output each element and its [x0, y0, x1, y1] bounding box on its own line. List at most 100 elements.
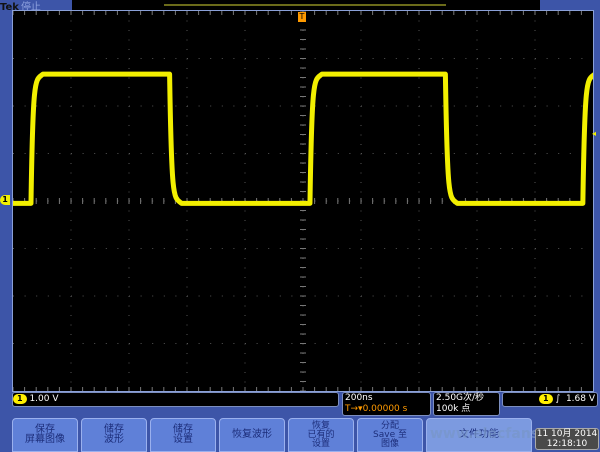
grid-dot: [128, 115, 130, 117]
grid-dot: [36, 343, 38, 344]
grid-dot: [140, 58, 142, 59]
grid-dot: [534, 229, 536, 231]
grid-dot: [361, 248, 362, 249]
grid-dot: [337, 343, 339, 344]
grid-dot: [47, 58, 49, 59]
grid-dot: [128, 362, 130, 364]
grid-dot: [256, 248, 258, 249]
grid-dot: [128, 353, 130, 354]
grid-dot: [105, 248, 107, 249]
grid-dot: [360, 172, 362, 174]
grid-dot: [59, 343, 61, 344]
grid-dot: [70, 277, 72, 278]
grid-dot: [244, 220, 246, 221]
recall-waveform-button[interactable]: 恢复波形: [219, 418, 285, 452]
grid-dot: [186, 258, 188, 259]
grid-dot: [535, 58, 536, 59]
grid-dot: [279, 295, 281, 297]
grid-dot: [128, 49, 130, 50]
grid-dot: [70, 210, 72, 212]
grid-dot: [476, 172, 478, 174]
grid-dot: [360, 315, 362, 316]
grid-dot: [477, 58, 478, 59]
save-screen-image-button[interactable]: 保存 屏幕图像: [12, 418, 78, 452]
grid-dot: [326, 105, 328, 107]
grid-dot: [221, 153, 223, 154]
grid-dot: [186, 144, 188, 145]
grid-dot: [476, 372, 478, 373]
grid-dot: [128, 39, 130, 41]
timebase-readout[interactable]: 200ns T→▾0.00000 s: [342, 392, 431, 416]
grid-dot: [500, 58, 502, 59]
grid-dot: [500, 248, 502, 249]
trigger-level-marker[interactable]: ◂: [592, 129, 596, 138]
recall-setup-button[interactable]: 恢复 已有的 设置: [288, 418, 354, 452]
grid-dot: [314, 295, 316, 297]
grid-dot: [210, 343, 212, 344]
grid-dot: [419, 105, 420, 107]
grid-dot: [534, 239, 536, 240]
grid-dot: [418, 258, 420, 259]
grid-dot: [418, 39, 420, 41]
grid-dot: [430, 343, 432, 344]
grid-dot: [419, 295, 420, 297]
trigger-position-marker[interactable]: T: [298, 12, 306, 22]
grid-dot: [198, 58, 200, 59]
grid-dot: [534, 353, 536, 354]
grid-dot: [407, 105, 409, 107]
grid-dot: [558, 153, 560, 154]
acquisition-readout[interactable]: 2.50G次/秒 100k 点: [433, 392, 500, 416]
grid-dot: [476, 182, 478, 183]
grid-dot: [128, 77, 130, 79]
grid-dot: [244, 305, 246, 307]
grid-dot: [186, 39, 188, 41]
ch1-scale-readout[interactable]: 1 1.00 V: [12, 392, 339, 407]
grid-dot: [186, 87, 188, 88]
grid-dot: [360, 115, 362, 117]
grid-dot: [186, 324, 188, 326]
grid-dot: [534, 49, 536, 50]
grid-dot: [384, 153, 386, 154]
grid-dot: [361, 343, 362, 344]
grid-dot: [244, 87, 246, 88]
assign-save-button[interactable]: 分配 Save 至 图像: [357, 418, 423, 452]
grid-dot: [256, 58, 258, 59]
grid-dot: [418, 229, 420, 231]
grid-dot: [128, 267, 130, 269]
grid-dot: [488, 248, 490, 249]
trigger-source: 1: [539, 394, 553, 404]
grid-dot: [534, 68, 536, 69]
grid-dot: [326, 295, 328, 297]
grid-dot: [500, 105, 502, 107]
grid-dot: [233, 153, 235, 154]
grid-dot: [140, 248, 142, 249]
grid-dot: [349, 295, 351, 297]
grid-dot: [186, 277, 188, 278]
grid-dot: [418, 381, 420, 383]
grid-dot: [360, 77, 362, 79]
grid-dot: [372, 248, 374, 249]
grid-dot: [47, 295, 49, 297]
grid-dot: [71, 105, 72, 107]
grid-dot: [511, 295, 513, 297]
grid-dot: [70, 191, 72, 193]
grid-dot: [523, 153, 525, 154]
grid-dot: [534, 324, 536, 326]
save-setup-button[interactable]: 储存 设置: [150, 418, 216, 452]
grid-dot: [418, 305, 420, 307]
save-waveform-button[interactable]: 储存 波形: [81, 418, 147, 452]
grid-dot: [198, 105, 200, 107]
trigger-readout[interactable]: 1 ∫ 1.68 V: [502, 392, 598, 407]
grid-dot: [465, 153, 467, 154]
grid-dot: [268, 343, 270, 344]
grid-dot: [476, 87, 478, 88]
grid-dot: [244, 49, 246, 50]
grid-dot: [581, 343, 583, 344]
grid-dot: [372, 58, 374, 59]
grid-dot: [291, 343, 293, 344]
channel1-ground-marker[interactable]: 1: [0, 195, 10, 205]
grid-dot: [569, 58, 571, 59]
grid-dot: [360, 125, 362, 126]
grid-dot: [70, 96, 72, 98]
grid-dot: [70, 163, 72, 164]
